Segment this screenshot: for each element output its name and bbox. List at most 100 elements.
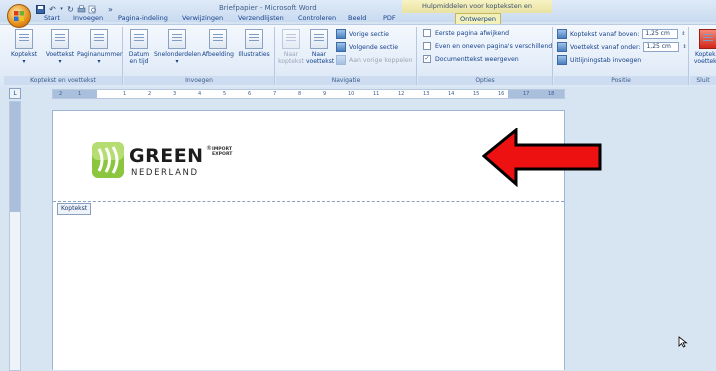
go-to-footer-icon [310,29,328,49]
ruler-tick: 12 [398,91,405,97]
picture-icon [209,29,227,49]
ruler-tick: 2 [59,91,63,97]
tab-invoegen[interactable]: Invoegen [73,13,103,24]
go-to-header-icon [282,29,300,49]
volgende-sectie-button[interactable]: Volgende sectie [336,42,398,52]
footer-position-icon [557,42,567,52]
office-logo-icon [13,10,25,22]
documenttekst-weergeven-checkbox[interactable]: ✓ Documenttekst weergeven [423,55,519,65]
window-title: Briefpapier - Microsoft Word [219,4,317,12]
snelonderdelen-button[interactable]: Snelonderdelen ▾ [154,29,201,65]
header-boundary-line [53,201,564,202]
close-header-icon [699,29,716,49]
afbeelding-button[interactable]: Afbeelding [201,29,235,58]
logo-subtitle: NEDERLAND [131,168,199,178]
vertical-ruler[interactable] [9,101,21,371]
ruler-tick: 18 [548,91,555,97]
ruler-tick: 16 [498,91,505,97]
page-number-icon [90,29,108,49]
header-position-icon [557,29,567,39]
even-oneven-checkbox[interactable]: Even en oneven pagina's verschillend [423,42,552,52]
illustraties-button[interactable]: Illustraties [235,29,273,58]
paginanummer-button[interactable]: Paginanummer ▾ [77,29,122,65]
tab-verzendlijsten[interactable]: Verzendlijsten [238,13,284,24]
vorige-sectie-button[interactable]: Vorige sectie [336,29,389,39]
footer-icon [51,29,69,49]
spin-arrows-icon[interactable]: ⇕ [682,42,688,52]
mouse-cursor-icon [678,336,688,348]
ruler-tick: 2 [148,91,152,97]
header-icon [15,29,33,49]
koptekst-vanaf-boven-row: Koptekst vanaf boven: 1,25 cm ⇕ [557,29,687,39]
alignment-tab-icon [557,55,567,65]
spin-arrows-icon[interactable]: ⇕ [681,29,687,39]
logo-tagline: IMPORT EXPORT [212,147,233,157]
datum-tijd-button[interactable]: Datum en tijd [126,29,152,65]
naar-koptekst-button[interactable]: Naar koptekst [278,29,304,65]
ribbon-tabs: Start Invoegen Pagina-indeling Verwijzin… [0,13,716,24]
ruler-tick: 4 [198,91,202,97]
tab-beeld[interactable]: Beeld [348,13,366,24]
uitlijningstab-invoegen-button[interactable]: Uitlijningstab invoegen [557,55,641,65]
tab-pdf[interactable]: PDF [383,13,396,24]
ruler-tick: 13 [423,91,430,97]
horizontal-ruler[interactable]: 2 1 1 2 3 4 5 6 7 8 9 10 11 12 13 14 15 … [52,89,565,99]
tab-ontwerpen[interactable]: Ontwerpen [455,13,502,24]
voettekst-button[interactable]: Voettekst ▾ [42,29,78,65]
ruler-tick: 15 [473,91,480,97]
ruler-margin-right [508,90,564,98]
office-button[interactable] [7,4,31,28]
group-label-position: Positie [554,76,688,85]
tab-selector-icon[interactable]: L [9,88,21,99]
logo-mark-icon [92,142,124,178]
link-to-previous-icon [336,55,346,65]
logo-word: GREEN [129,145,204,167]
ruler-tick: 1 [123,91,127,97]
ruler-tick: 11 [373,91,380,97]
voettekst-vanaf-onder-row: Voettekst vanaf onder: 1,25 cm ⇕ [557,42,688,52]
tab-verwijzingen[interactable]: Verwijzingen [182,13,223,24]
group-label-options: Opties [418,76,552,85]
checkbox-box [423,29,431,37]
group-label-insert: Invoegen [124,76,274,85]
checkbox-checked: ✓ [423,55,431,63]
ruler-tick: 10 [348,91,355,97]
naar-voettekst-button[interactable]: Naar voettekst [306,29,334,65]
group-label-close: Sluit [690,76,716,85]
group-label-navigation: Navigatie [276,76,416,85]
ruler-tick: 6 [248,91,252,97]
checkbox-box [423,42,431,50]
header-tag: Koptekst [57,203,92,215]
group-label-header-footer: Koptekst en voettekst [4,76,122,85]
ruler-tick: 5 [223,91,227,97]
group-close: Koptekst voettekst Sluit [690,27,716,85]
koptekst-vanaf-boven-input[interactable]: 1,25 cm [642,29,679,39]
group-options: Eerste pagina afwijkend Even en oneven p… [418,27,553,85]
ruler-tick: 14 [448,91,455,97]
context-tab-title: Hulpmiddelen voor kopteksten en voetteks… [402,0,552,23]
ruler-tick: 1 [78,91,82,97]
ruler-tick: 7 [273,91,277,97]
clip-art-icon [245,29,263,49]
vertical-ruler-margin [10,102,20,212]
group-insert: Datum en tijd Snelonderdelen ▾ Afbeelding… [124,27,275,85]
ruler-tick: 3 [173,91,177,97]
red-arrow-icon [482,128,602,188]
tab-start[interactable]: Start [44,13,60,24]
ruler-tick: 9 [323,91,327,97]
calendar-icon [130,29,148,49]
ruler-tick: 17 [523,91,530,97]
voettekst-vanaf-onder-input[interactable]: 1,25 cm [643,42,680,52]
ruler-tick: 8 [298,91,302,97]
eerste-pagina-afwijkend-checkbox[interactable]: Eerste pagina afwijkend [423,29,509,39]
company-logo: GREEN ® IMPORT EXPORT NEDERLAND [91,141,251,181]
aan-vorige-koppelen-button[interactable]: Aan vorige koppelen [336,55,413,65]
quick-parts-icon [168,29,186,49]
koptekst-voettekst-sluiten-button[interactable]: Koptekst voettekst [690,29,716,65]
tab-controleren[interactable]: Controleren [298,13,336,24]
tab-pagina-indeling[interactable]: Pagina-indeling [118,13,168,24]
previous-section-icon [336,29,346,39]
next-section-icon [336,42,346,52]
group-navigation: Naar koptekst Naar voettekst Vorige sect… [276,27,417,85]
koptekst-button[interactable]: Koptekst ▾ [6,29,42,65]
